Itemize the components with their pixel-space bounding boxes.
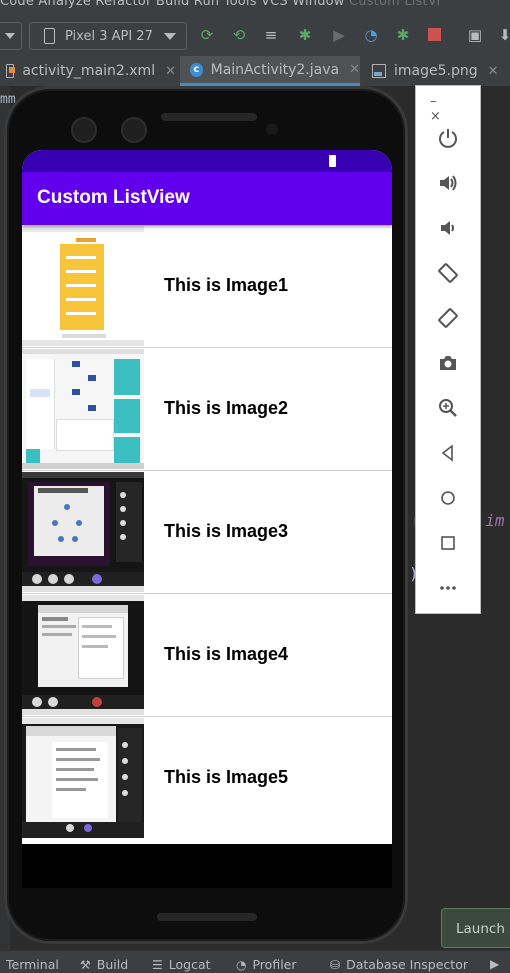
- list-item[interactable]: This is Image1: [22, 225, 392, 348]
- device-selector-label: Pixel 3 API 27: [65, 28, 153, 44]
- logcat-label: Logcat: [168, 957, 211, 972]
- stop-icon[interactable]: [426, 26, 444, 44]
- tab-label: MainActivity2.java: [210, 61, 340, 78]
- editor-tabs: activity_main2.xml ✕ c MainActivity2.jav…: [0, 56, 510, 87]
- chevron-down-icon: [164, 33, 176, 40]
- launch-notification[interactable]: Launch s: [441, 908, 510, 948]
- launch-notification-text: Launch s: [456, 921, 510, 937]
- apply-code-changes-icon[interactable]: ⟲: [230, 26, 248, 44]
- list-item-label: This is Image2: [164, 398, 289, 418]
- device-manager-icon[interactable]: ▣: [466, 26, 484, 44]
- run-icon: ▶: [490, 957, 500, 971]
- list-item[interactable]: This is Image2: [22, 348, 392, 471]
- app-title: Custom ListView: [37, 187, 190, 208]
- bottom-speaker: [157, 913, 257, 921]
- volume-up-icon[interactable]: [434, 169, 462, 197]
- list-item-image: [22, 595, 144, 715]
- front-camera-icon: [71, 117, 97, 143]
- phone-icon: [44, 28, 55, 44]
- list-item-image: [22, 226, 144, 346]
- profiler-label: Profiler: [252, 957, 297, 972]
- list-item-image: [22, 472, 144, 592]
- sensor-icon: [266, 123, 278, 135]
- tab-label: activity_main2.xml: [22, 63, 156, 79]
- close-icon[interactable]: ✕: [488, 64, 499, 79]
- sync-icon[interactable]: ≡: [262, 26, 280, 44]
- debug-icon[interactable]: ✱: [296, 26, 314, 44]
- back-icon[interactable]: [434, 439, 462, 467]
- device-screen[interactable]: Custom ListView This is Image1 This is I…: [22, 150, 392, 844]
- list-item[interactable]: This is Image5: [22, 717, 392, 840]
- list-item-label: This is Image1: [164, 275, 289, 295]
- navigation-area: [22, 844, 392, 888]
- profiler-tab[interactable]: ◔ Profiler: [236, 957, 297, 972]
- list-item[interactable]: This is Image3: [22, 471, 392, 594]
- apply-changes-icon[interactable]: ⟳: [198, 26, 216, 44]
- database-inspector-label: Database Inspector: [346, 957, 468, 972]
- ide-menu-bar: Code Analyze Refactor Build Run Tools VC…: [0, 0, 510, 14]
- logcat-icon: ☰: [152, 957, 163, 972]
- panel-window-buttons[interactable]: – ×: [430, 94, 480, 124]
- tab-image5[interactable]: image5.png ✕: [372, 56, 510, 86]
- profiler-icon: ◔: [236, 957, 247, 972]
- volume-down-icon[interactable]: [434, 214, 462, 242]
- battery-icon: [329, 155, 336, 167]
- top-speaker: [161, 113, 257, 121]
- list-item-image: [22, 349, 144, 469]
- home-icon[interactable]: [434, 484, 462, 512]
- xml-file-icon: [6, 64, 16, 78]
- build-tab[interactable]: ⚒ Build: [80, 957, 128, 972]
- app-bar: Custom ListView: [22, 172, 392, 225]
- build-label: Build: [96, 957, 129, 972]
- tab-mainactivity2[interactable]: c MainActivity2.java ✕: [180, 56, 360, 86]
- run-tab[interactable]: ▶: [490, 957, 505, 971]
- java-class-icon: c: [190, 62, 203, 77]
- debug-attach-icon[interactable]: ✱: [394, 26, 412, 44]
- tab-activity-main2[interactable]: activity_main2.xml ✕: [6, 56, 176, 86]
- ide-bottom-toolbar: Terminal ⚒ Build ☰ Logcat ◔ Profiler ⛁ D…: [0, 950, 510, 973]
- close-icon[interactable]: ✕: [165, 64, 176, 79]
- list-item-label: This is Image3: [164, 521, 289, 541]
- status-bar: [22, 150, 392, 172]
- menu-items[interactable]: Code Analyze Refactor Build Run Tools VC…: [0, 0, 440, 9]
- rotate-right-icon[interactable]: [434, 304, 462, 332]
- list-item-image: [22, 718, 144, 838]
- list-item-label: This is Image5: [164, 767, 289, 787]
- camera-icon[interactable]: [434, 349, 462, 377]
- window-title: Custom ListVi: [348, 0, 441, 9]
- more-icon[interactable]: [434, 574, 462, 602]
- attach-debugger-icon[interactable]: ▶: [330, 26, 348, 44]
- logcat-tab[interactable]: ☰ Logcat: [152, 957, 211, 972]
- png-file-icon: [372, 64, 386, 78]
- ide-toolbar: Pixel 3 API 27 ⟳ ⟲ ≡ ✱ ▶ ◔ ✱ ▣ ⬇: [0, 14, 510, 57]
- terminal-label: Terminal: [6, 957, 59, 972]
- config-dropdown[interactable]: [0, 22, 22, 50]
- front-camera-icon: [121, 117, 147, 143]
- list-view[interactable]: This is Image1 This is Image2 This is Im…: [22, 225, 392, 840]
- rotate-left-icon[interactable]: [434, 259, 462, 287]
- overview-icon[interactable]: [434, 529, 462, 557]
- profile-icon[interactable]: ◔: [362, 26, 380, 44]
- terminal-tab[interactable]: Terminal: [6, 957, 59, 972]
- database-icon: ⛁: [330, 957, 341, 972]
- emulator-controls: – ×: [415, 85, 481, 614]
- tab-label: image5.png: [394, 63, 478, 79]
- close-icon[interactable]: ✕: [349, 62, 360, 77]
- database-inspector-tab[interactable]: ⛁ Database Inspector: [330, 957, 468, 972]
- power-icon[interactable]: [434, 124, 462, 152]
- sdk-manager-icon[interactable]: ⬇: [496, 26, 510, 44]
- list-item-label: This is Image4: [164, 644, 289, 664]
- zoom-icon[interactable]: [434, 394, 462, 422]
- hammer-icon: ⚒: [80, 957, 91, 972]
- list-item[interactable]: This is Image4: [22, 594, 392, 717]
- device-selector[interactable]: Pixel 3 API 27: [29, 22, 187, 50]
